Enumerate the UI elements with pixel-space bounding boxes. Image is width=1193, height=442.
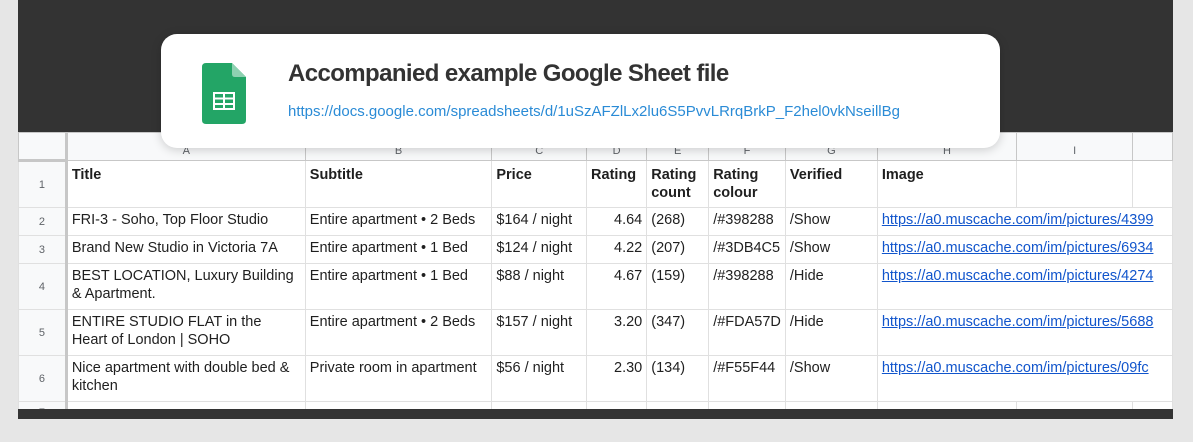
cell-price[interactable]: $164 / night (491, 207, 588, 236)
sheet-link-card: Accompanied example Google Sheet file ht… (161, 34, 1000, 148)
cell-rating-colour[interactable]: /#398288 (708, 207, 786, 236)
cell-verified[interactable]: /Show (784, 235, 878, 264)
cell-rating[interactable]: 2.30 (586, 355, 648, 402)
empty-cell[interactable] (491, 401, 588, 409)
empty-cell[interactable] (876, 401, 1018, 409)
row-header[interactable]: 1 (18, 160, 68, 208)
cell-subtitle[interactable]: Entire apartment • 2 Beds (304, 207, 493, 236)
cell-title[interactable]: ENTIRE STUDIO FLAT in the Heart of Londo… (65, 309, 306, 356)
table-row: 3 Brand New Studio in Victoria 7A Entire… (18, 235, 1173, 264)
cell-rating[interactable]: 4.22 (586, 235, 648, 264)
column-header-i[interactable]: I (1016, 132, 1134, 161)
cell-rating[interactable]: 4.67 (586, 263, 648, 310)
sheet-url-link[interactable]: https://docs.google.com/spreadsheets/d/1… (288, 103, 900, 120)
cell-rating-count[interactable]: (347) (646, 309, 710, 356)
cell-rating-colour[interactable]: /#F55F44 (708, 355, 786, 402)
empty-cell[interactable] (1132, 401, 1173, 409)
cell-title[interactable]: BEST LOCATION, Luxury Building & Apartme… (65, 263, 306, 310)
row-header[interactable]: 4 (18, 263, 68, 310)
cell-price[interactable]: $88 / night (491, 263, 588, 310)
empty-cell[interactable] (304, 401, 493, 409)
empty-cell[interactable] (646, 401, 710, 409)
header-cell-title[interactable]: Title (65, 160, 306, 208)
cell-rating-count[interactable]: (159) (646, 263, 710, 310)
header-cell-price[interactable]: Price (491, 160, 588, 208)
cell-price[interactable]: $124 / night (491, 235, 588, 264)
header-cell-rating-colour[interactable]: Rating colour (708, 160, 786, 208)
table-row: 1 Title Subtitle Price Rating Rating cou… (18, 160, 1173, 208)
empty-cell[interactable] (1016, 160, 1134, 208)
cell-title[interactable]: FRI-3 - Soho, Top Floor Studio (65, 207, 306, 236)
cell-verified[interactable]: /Show (784, 207, 878, 236)
table-row: 2 FRI-3 - Soho, Top Floor Studio Entire … (18, 207, 1173, 236)
spreadsheet-grid: A B C D E F G H I 1 Title Subtitle Price… (18, 132, 1173, 409)
row-header[interactable]: 3 (18, 235, 68, 264)
cell-image-link[interactable]: https://a0.muscache.com/im/pictures/6934 (876, 235, 1173, 264)
cell-verified[interactable]: /Hide (784, 309, 878, 356)
cell-subtitle[interactable]: Entire apartment • 1 Bed (304, 263, 493, 310)
header-cell-rating-count[interactable]: Rating count (646, 160, 710, 208)
cell-rating-count[interactable]: (268) (646, 207, 710, 236)
empty-cell[interactable] (708, 401, 786, 409)
table-row: 4 BEST LOCATION, Luxury Building & Apart… (18, 263, 1173, 310)
cell-rating-colour[interactable]: /#FDA57D (708, 309, 786, 356)
table-row: 6 Nice apartment with double bed & kitch… (18, 355, 1173, 402)
cell-price[interactable]: $56 / night (491, 355, 588, 402)
select-all-corner[interactable] (18, 132, 68, 162)
cell-rating[interactable]: 3.20 (586, 309, 648, 356)
cell-subtitle[interactable]: Entire apartment • 2 Beds (304, 309, 493, 356)
cell-rating-colour[interactable]: /#3DB4C5 (708, 235, 786, 264)
row-header[interactable]: 2 (18, 207, 68, 236)
cell-subtitle[interactable]: Private room in apartment (304, 355, 493, 402)
cell-image-link[interactable]: https://a0.muscache.com/im/pictures/09fc (876, 355, 1173, 402)
card-title: Accompanied example Google Sheet file (288, 60, 729, 87)
row-header[interactable]: 5 (18, 309, 68, 356)
table-row: 5 ENTIRE STUDIO FLAT in the Heart of Lon… (18, 309, 1173, 356)
cell-image-link[interactable]: https://a0.muscache.com/im/pictures/5688 (876, 309, 1173, 356)
cell-title[interactable]: Brand New Studio in Victoria 7A (65, 235, 306, 264)
row-header[interactable]: 6 (18, 355, 68, 402)
empty-cell[interactable] (784, 401, 878, 409)
cell-price[interactable]: $157 / night (491, 309, 588, 356)
empty-cell[interactable] (65, 401, 306, 409)
header-cell-image[interactable]: Image (876, 160, 1018, 208)
cell-title[interactable]: Nice apartment with double bed & kitchen (65, 355, 306, 402)
cell-verified[interactable]: /Hide (784, 263, 878, 310)
cell-rating-colour[interactable]: /#398288 (708, 263, 786, 310)
table-row: 7 (18, 401, 1173, 409)
sheet-table: A B C D E F G H I 1 Title Subtitle Price… (18, 132, 1173, 409)
cell-subtitle[interactable]: Entire apartment • 1 Bed (304, 235, 493, 264)
header-cell-verified[interactable]: Verified (784, 160, 878, 208)
cell-verified[interactable]: /Show (784, 355, 878, 402)
cell-image-link[interactable]: https://a0.muscache.com/im/pictures/4274 (876, 263, 1173, 310)
cell-image-link[interactable]: https://a0.muscache.com/im/pictures/4399 (876, 207, 1173, 236)
row-header[interactable]: 7 (18, 401, 68, 409)
cell-rating[interactable]: 4.64 (586, 207, 648, 236)
cell-rating-count[interactable]: (134) (646, 355, 710, 402)
empty-cell[interactable] (1132, 160, 1173, 208)
header-cell-subtitle[interactable]: Subtitle (304, 160, 493, 208)
header-cell-rating[interactable]: Rating (586, 160, 648, 208)
google-sheets-icon (202, 63, 246, 124)
empty-cell[interactable] (1016, 401, 1134, 409)
column-header-j[interactable] (1132, 132, 1173, 161)
cell-rating-count[interactable]: (207) (646, 235, 710, 264)
empty-cell[interactable] (586, 401, 648, 409)
